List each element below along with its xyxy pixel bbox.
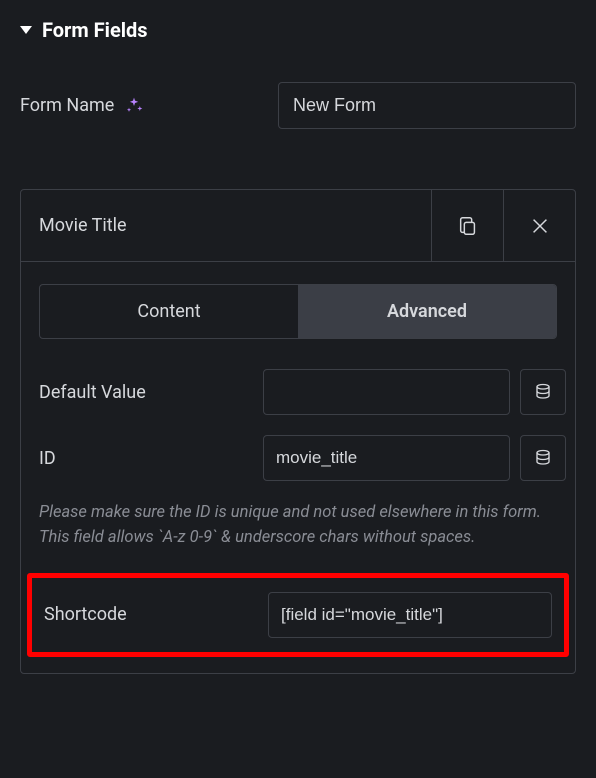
sparkle-icon[interactable]	[124, 96, 144, 116]
dynamic-tags-button[interactable]	[520, 369, 566, 415]
field-block: Movie Title Content Advanced Default Val…	[20, 189, 576, 674]
database-icon	[534, 449, 552, 467]
field-header: Movie Title	[21, 190, 575, 262]
field-body: Content Advanced Default Value ID	[21, 262, 575, 673]
default-value-label: Default Value	[39, 382, 249, 403]
section-header[interactable]: Form Fields	[20, 18, 576, 42]
form-name-label: Form Name	[20, 95, 114, 116]
dynamic-tags-button[interactable]	[520, 435, 566, 481]
shortcode-label: Shortcode	[44, 604, 254, 625]
id-input[interactable]	[263, 435, 510, 481]
section-title: Form Fields	[42, 18, 148, 42]
copy-icon	[457, 215, 479, 237]
remove-button[interactable]	[503, 190, 575, 261]
id-label: ID	[39, 448, 249, 469]
close-icon	[529, 215, 551, 237]
tabs: Content Advanced	[39, 284, 557, 339]
default-value-input[interactable]	[263, 369, 510, 415]
id-row: ID	[39, 435, 557, 481]
tab-advanced[interactable]: Advanced	[298, 285, 556, 338]
form-name-label-wrap: Form Name	[20, 95, 260, 116]
id-input-wrap	[263, 435, 566, 481]
shortcode-input-wrap	[268, 592, 552, 638]
field-title[interactable]: Movie Title	[21, 190, 431, 261]
caret-down-icon	[20, 26, 32, 34]
default-value-row: Default Value	[39, 369, 557, 415]
form-name-input[interactable]	[278, 82, 576, 129]
shortcode-row: Shortcode	[44, 592, 552, 638]
default-value-input-wrap	[263, 369, 566, 415]
duplicate-button[interactable]	[431, 190, 503, 261]
id-help-text: Please make sure the ID is unique and no…	[39, 501, 557, 551]
tab-content[interactable]: Content	[40, 285, 298, 338]
shortcode-highlight: Shortcode	[27, 573, 569, 657]
form-name-row: Form Name	[20, 82, 576, 129]
database-icon	[534, 383, 552, 401]
shortcode-input[interactable]	[268, 592, 552, 638]
